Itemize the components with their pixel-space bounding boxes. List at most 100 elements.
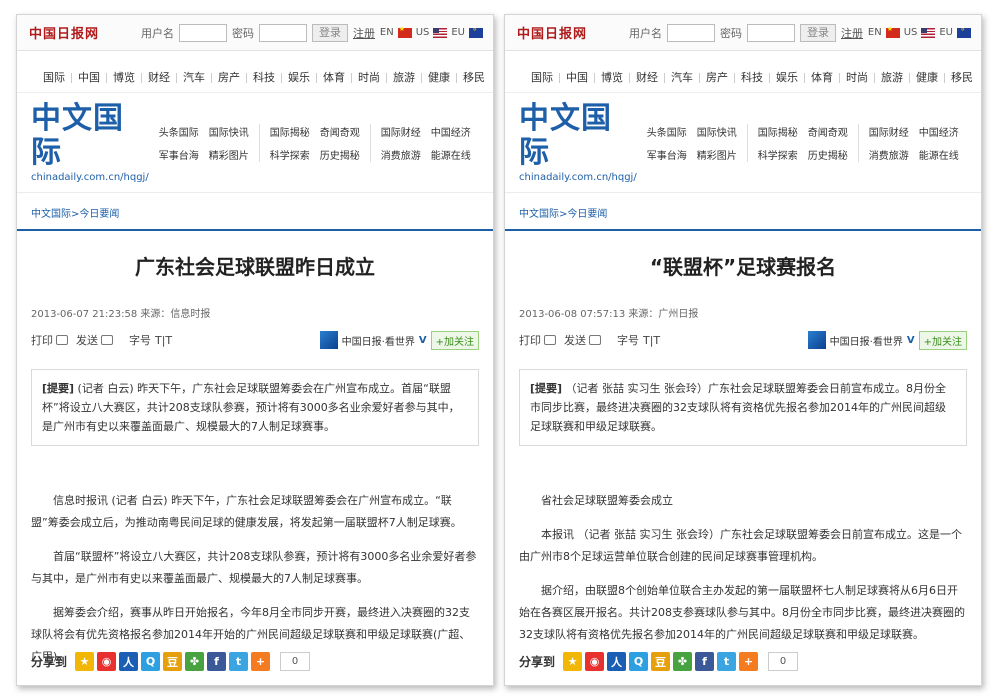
section-link[interactable]: 奇闻奇观 xyxy=(320,124,360,139)
font-size-controls[interactable]: T|T xyxy=(643,334,660,347)
nav-item[interactable]: 移民 xyxy=(457,72,491,83)
facebook-icon[interactable]: f xyxy=(695,652,715,671)
section-link[interactable]: 国际财经 xyxy=(381,124,421,139)
kaixin-icon[interactable]: ✤ xyxy=(185,652,205,671)
tencent-weibo-icon[interactable]: Q xyxy=(629,652,649,671)
section-link[interactable]: 军事台海 xyxy=(647,147,687,162)
mail-icon[interactable] xyxy=(589,335,601,345)
send-link[interactable]: 发送 xyxy=(76,332,98,348)
language-en-link[interactable]: EN xyxy=(380,27,394,38)
nav-item[interactable]: 健康 xyxy=(910,72,945,83)
print-link[interactable]: 打印 xyxy=(31,332,53,348)
twitter-icon[interactable]: t xyxy=(717,652,737,671)
register-link[interactable]: 注册 xyxy=(841,25,863,41)
nav-item[interactable]: 汽车 xyxy=(177,72,212,83)
facebook-icon[interactable]: f xyxy=(207,652,227,671)
nav-item[interactable]: 体育 xyxy=(317,72,352,83)
site-logo[interactable]: 中国日报网 xyxy=(517,23,629,42)
section-link[interactable]: 能源在线 xyxy=(431,147,471,162)
section-link[interactable]: 消费旅游 xyxy=(381,147,421,162)
nav-item[interactable]: 房产 xyxy=(700,72,735,83)
weibo-name[interactable]: 中国日报·看世界 xyxy=(830,333,903,348)
section-link[interactable]: 奇闻奇观 xyxy=(808,124,848,139)
section-brand[interactable]: 中文国际 chinadaily.com.cn/hqgj/ xyxy=(519,102,637,184)
nav-item[interactable]: 健康 xyxy=(422,72,457,83)
more-share-icon[interactable]: + xyxy=(739,652,759,671)
flag-us-icon[interactable] xyxy=(921,27,936,38)
section-link[interactable]: 科学探索 xyxy=(270,147,310,162)
flag-cn-icon[interactable] xyxy=(885,25,900,38)
mail-icon[interactable] xyxy=(101,335,113,345)
breadcrumb-section[interactable]: 今日要闻 xyxy=(567,209,607,220)
language-eu-link[interactable]: EU xyxy=(939,27,953,38)
print-link[interactable]: 打印 xyxy=(519,332,541,348)
font-size-controls[interactable]: T|T xyxy=(155,334,172,347)
qzone-icon[interactable]: ★ xyxy=(563,652,583,671)
section-link[interactable]: 国际揭秘 xyxy=(758,124,798,139)
register-link[interactable]: 注册 xyxy=(353,25,375,41)
language-eu-link[interactable]: EU xyxy=(451,27,465,38)
section-link[interactable]: 精彩图片 xyxy=(209,147,249,162)
login-button[interactable]: 登录 xyxy=(800,23,836,42)
nav-item[interactable]: 娱乐 xyxy=(770,72,805,83)
nav-item[interactable]: 博览 xyxy=(595,72,630,83)
nav-item[interactable]: 科技 xyxy=(247,72,282,83)
password-input[interactable] xyxy=(259,23,307,42)
nav-item[interactable]: 移民 xyxy=(945,72,979,83)
breadcrumb-section[interactable]: 今日要闻 xyxy=(79,209,119,220)
section-brand[interactable]: 中文国际 chinadaily.com.cn/hqgj/ xyxy=(31,102,149,184)
language-en-link[interactable]: EN xyxy=(868,27,882,38)
douban-icon[interactable]: 豆 xyxy=(651,652,671,671)
breadcrumb-home[interactable]: 中文国际 xyxy=(519,209,559,220)
nav-item[interactable]: 科技 xyxy=(735,72,770,83)
nav-item[interactable]: 财经 xyxy=(630,72,665,83)
flag-us-icon[interactable] xyxy=(433,27,448,38)
section-link[interactable]: 历史揭秘 xyxy=(808,147,848,162)
section-link[interactable]: 国际财经 xyxy=(869,124,909,139)
weibo-avatar-icon[interactable] xyxy=(319,331,338,349)
section-link[interactable]: 中国经济 xyxy=(431,124,471,139)
section-link[interactable]: 头条国际 xyxy=(647,124,687,139)
kaixin-icon[interactable]: ✤ xyxy=(673,652,693,671)
section-link[interactable]: 科学探索 xyxy=(758,147,798,162)
follow-button[interactable]: +加关注 xyxy=(918,330,967,350)
nav-item[interactable]: 国际 xyxy=(525,72,560,83)
flag-eu-icon[interactable] xyxy=(957,25,971,38)
nav-item[interactable]: 旅游 xyxy=(387,72,422,83)
twitter-icon[interactable]: t xyxy=(229,652,249,671)
nav-item[interactable]: 时尚 xyxy=(840,72,875,83)
username-input[interactable] xyxy=(179,23,227,42)
language-us-link[interactable]: US xyxy=(416,27,430,38)
site-logo[interactable]: 中国日报网 xyxy=(29,23,141,42)
send-link[interactable]: 发送 xyxy=(564,332,586,348)
section-link[interactable]: 国际快讯 xyxy=(209,124,249,139)
nav-item[interactable]: 财经 xyxy=(142,72,177,83)
tencent-weibo-icon[interactable]: Q xyxy=(141,652,161,671)
section-link[interactable]: 头条国际 xyxy=(159,124,199,139)
nav-item[interactable]: 娱乐 xyxy=(282,72,317,83)
nav-item[interactable]: 时尚 xyxy=(352,72,387,83)
section-link[interactable]: 能源在线 xyxy=(919,147,959,162)
douban-icon[interactable]: 豆 xyxy=(163,652,183,671)
breadcrumb-home[interactable]: 中文国际 xyxy=(31,209,71,220)
nav-item[interactable]: 房产 xyxy=(212,72,247,83)
sina-weibo-icon[interactable]: ◉ xyxy=(97,652,117,671)
print-icon[interactable] xyxy=(544,335,556,345)
password-input[interactable] xyxy=(747,23,795,42)
nav-item[interactable]: 体育 xyxy=(805,72,840,83)
section-link[interactable]: 精彩图片 xyxy=(697,147,737,162)
section-link[interactable]: 国际揭秘 xyxy=(270,124,310,139)
follow-button[interactable]: +加关注 xyxy=(430,330,479,350)
sina-weibo-icon[interactable]: ◉ xyxy=(585,652,605,671)
section-link[interactable]: 军事台海 xyxy=(159,147,199,162)
section-link[interactable]: 国际快讯 xyxy=(697,124,737,139)
nav-item[interactable]: 汽车 xyxy=(665,72,700,83)
print-icon[interactable] xyxy=(56,335,68,345)
nav-item[interactable]: 中国 xyxy=(560,72,595,83)
login-button[interactable]: 登录 xyxy=(312,23,348,42)
weibo-avatar-icon[interactable] xyxy=(807,331,826,349)
username-input[interactable] xyxy=(667,23,715,42)
qzone-icon[interactable]: ★ xyxy=(75,652,95,671)
nav-item[interactable]: 博览 xyxy=(107,72,142,83)
section-link[interactable]: 中国经济 xyxy=(919,124,959,139)
